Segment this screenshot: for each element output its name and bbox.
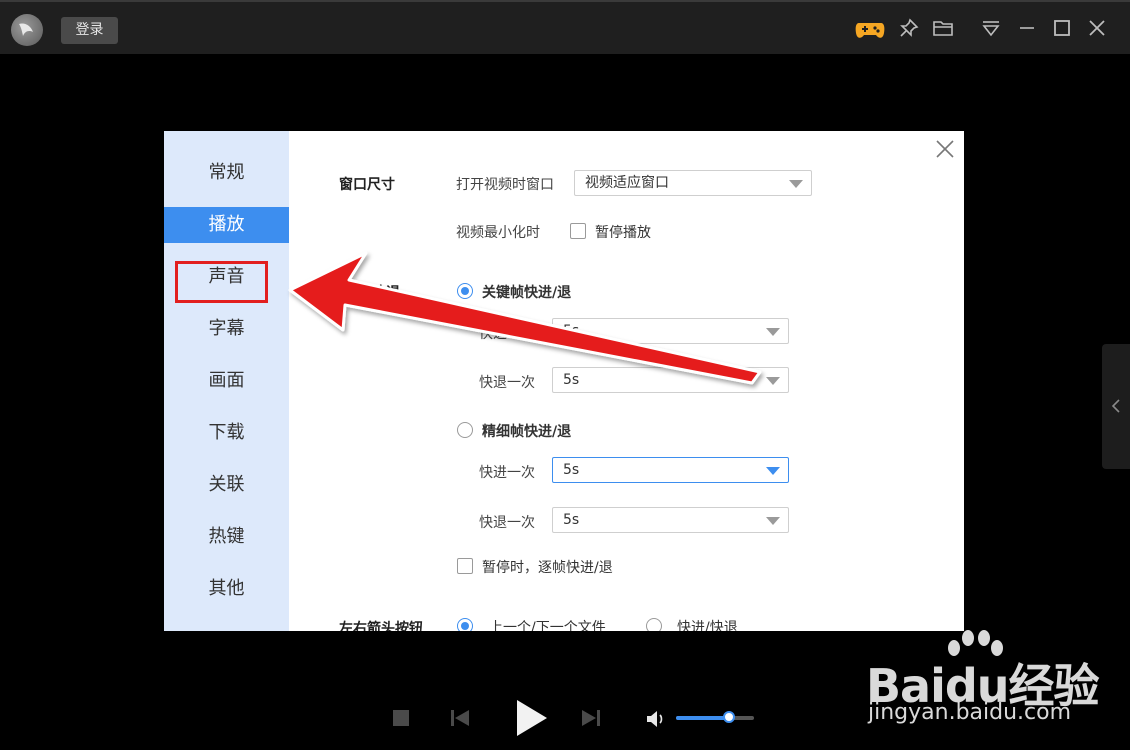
- open-window-select[interactable]: 视频适应窗口: [574, 170, 812, 196]
- sidebar-item-picture[interactable]: 画面: [164, 363, 289, 399]
- open-window-value: 视频适应窗口: [585, 175, 669, 191]
- sidebar-item-general[interactable]: 常规: [164, 155, 289, 191]
- previous-icon[interactable]: [449, 708, 471, 732]
- fine-backward-value: 5s: [563, 512, 580, 528]
- fine-seek-radio[interactable]: [457, 422, 473, 438]
- minimize-icon[interactable]: [1016, 17, 1042, 43]
- maximize-icon[interactable]: [1051, 17, 1077, 43]
- keyframe-backward-select[interactable]: 5s: [552, 367, 789, 393]
- folder-icon[interactable]: [932, 17, 958, 43]
- title-bar: 登录: [0, 0, 1130, 54]
- keyframe-forward-label: 快进一次: [479, 326, 535, 342]
- chevron-down-icon: [766, 377, 780, 385]
- app-logo[interactable]: [11, 14, 43, 46]
- chevron-down-icon: [766, 517, 780, 525]
- sidebar-item-download[interactable]: 下载: [164, 415, 289, 451]
- keyframe-seek-label: 关键帧快进/退: [482, 285, 572, 301]
- keyframe-backward-label: 快退一次: [479, 375, 535, 391]
- volume-slider-fill: [676, 716, 730, 720]
- frame-step-label: 暂停时，逐帧快进/退: [482, 560, 613, 576]
- chevron-left-icon: [1111, 399, 1120, 413]
- pin-icon[interactable]: [898, 17, 924, 43]
- settings-dialog: 常规 播放 声音 字幕 画面 下载 关联 热键 其他 窗口尺寸 打开视频时窗口 …: [164, 131, 964, 631]
- sidebar-item-hotkeys[interactable]: 热键: [164, 519, 289, 555]
- side-panel-toggle[interactable]: [1102, 344, 1130, 469]
- sidebar-item-subtitle[interactable]: 字幕: [164, 311, 289, 347]
- keyframe-forward-value: 5s: [563, 323, 580, 339]
- stop-icon[interactable]: [391, 708, 411, 732]
- watermark-url: jingyan.baidu.com: [868, 700, 1072, 725]
- arrow-seek-radio[interactable]: [646, 618, 662, 631]
- settings-sidebar: 常规 播放 声音 字幕 画面 下载 关联 热键 其他: [164, 131, 289, 631]
- pause-on-minimize-label: 暂停播放: [595, 225, 651, 241]
- annotation-highlight-box: [175, 261, 268, 303]
- chevron-down-icon: [766, 328, 780, 336]
- frame-step-checkbox[interactable]: [457, 558, 473, 574]
- next-icon[interactable]: [580, 708, 602, 732]
- arrow-file-radio[interactable]: [457, 618, 473, 631]
- open-window-label: 打开视频时窗口: [456, 177, 554, 193]
- volume-slider[interactable]: [676, 711, 754, 723]
- play-icon[interactable]: [512, 698, 550, 742]
- sidebar-item-association[interactable]: 关联: [164, 467, 289, 503]
- menu-icon[interactable]: [980, 17, 1006, 43]
- baidu-watermark: Baidu经验 jingyan.baidu.com: [866, 628, 1130, 750]
- minimize-label: 视频最小化时: [456, 225, 540, 241]
- volume-slider-handle[interactable]: [723, 711, 736, 723]
- sidebar-item-other[interactable]: 其他: [164, 571, 289, 607]
- fine-backward-label: 快退一次: [479, 515, 535, 531]
- fine-seek-label: 精细帧快进/退: [482, 424, 572, 440]
- game-icon[interactable]: [855, 17, 885, 43]
- arrow-seek-label: 快进/快退: [677, 620, 738, 631]
- arrow-keys-title: 左右箭头按钮: [339, 621, 423, 631]
- fine-forward-select[interactable]: 5s: [552, 457, 789, 483]
- keyframe-backward-value: 5s: [563, 372, 580, 388]
- window-size-title: 窗口尺寸: [339, 177, 395, 193]
- login-button[interactable]: 登录: [61, 17, 118, 44]
- volume-icon[interactable]: [645, 709, 667, 733]
- close-icon[interactable]: [1086, 17, 1112, 43]
- chevron-down-icon: [766, 467, 780, 475]
- settings-content: 窗口尺寸 打开视频时窗口 视频适应窗口 视频最小化时 暂停播放 快进/快退 关键…: [289, 131, 964, 631]
- seek-title: 快进/快退: [339, 285, 401, 301]
- fine-forward-value: 5s: [563, 462, 580, 478]
- fine-backward-select[interactable]: 5s: [552, 507, 789, 533]
- arrow-file-label: 上一个/下一个文件: [489, 620, 606, 631]
- chevron-down-icon: [789, 180, 803, 188]
- sidebar-item-playback[interactable]: 播放: [164, 207, 289, 243]
- keyframe-forward-select[interactable]: 5s: [552, 318, 789, 344]
- pause-on-minimize-checkbox[interactable]: [570, 223, 586, 239]
- fine-forward-label: 快进一次: [479, 465, 535, 481]
- keyframe-seek-radio[interactable]: [457, 283, 473, 299]
